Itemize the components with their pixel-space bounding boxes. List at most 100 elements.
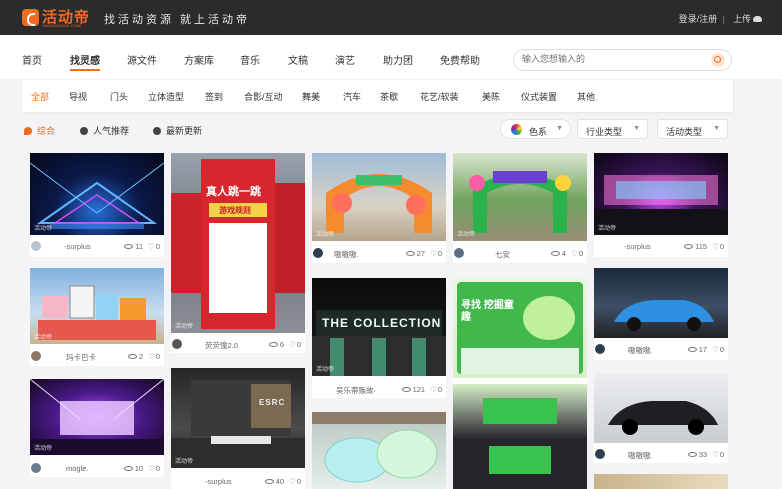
work-thumbnail[interactable]: 活动帝 xyxy=(453,153,587,241)
work-thumbnail[interactable] xyxy=(312,412,446,489)
work-thumbnail[interactable]: THE COLLECTION 活动帝 xyxy=(312,278,446,376)
author-name[interactable]: 吴乐蒂贩故· xyxy=(336,385,376,396)
category-entrance[interactable]: 门头 xyxy=(110,90,128,103)
site-logo[interactable]: 活动帝 HUODONGDI.COM xyxy=(22,6,96,30)
work-thumbnail[interactable]: ESRC 活动帝 xyxy=(171,368,305,468)
activity-filter[interactable]: 活动类型 ▼ xyxy=(657,119,728,139)
author-name[interactable]: 七安 xyxy=(495,249,510,260)
author-name[interactable]: mogle. xyxy=(66,464,89,473)
work-card[interactable] xyxy=(312,412,446,489)
heart-icon[interactable]: ♡ xyxy=(289,477,296,486)
nav-source-files[interactable]: 源文件 xyxy=(127,52,157,67)
avatar[interactable] xyxy=(313,384,323,394)
work-thumbnail[interactable]: 活动帝 xyxy=(30,379,164,455)
heart-icon[interactable]: ♡ xyxy=(712,242,719,251)
card-stats: 11 ♡0 xyxy=(124,242,160,251)
heart-icon[interactable]: ♡ xyxy=(712,345,719,354)
avatar[interactable] xyxy=(595,344,605,354)
category-photo-interaction[interactable]: 合影/互动 xyxy=(244,90,283,103)
category-other[interactable]: 其他 xyxy=(577,90,595,103)
category-display[interactable]: 美陈 xyxy=(482,90,500,103)
work-card[interactable]: ESRC 活动帝 -surplus 40 ♡0 xyxy=(171,368,305,489)
heart-icon[interactable]: ♡ xyxy=(148,352,155,361)
author-name[interactable]: -surplus xyxy=(205,477,232,486)
author-name[interactable]: 玛卡巴卡 xyxy=(66,352,96,363)
search-input[interactable] xyxy=(522,54,702,64)
work-thumbnail[interactable]: 活动帝 xyxy=(594,153,728,235)
color-wheel-icon xyxy=(511,124,522,135)
work-thumbnail[interactable]: 寻找 挖掘童趣 xyxy=(453,278,587,489)
nav-music[interactable]: 音乐 xyxy=(240,52,260,67)
category-all[interactable]: 全部 xyxy=(31,90,49,103)
nav-docs[interactable]: 文稿 xyxy=(288,52,308,67)
work-card[interactable]: 活动帝 嗷嗷嗷. 27 ♡0 xyxy=(312,153,446,263)
work-thumbnail[interactable]: 活动帝 xyxy=(312,153,446,241)
avatar[interactable] xyxy=(31,463,41,473)
sort-latest[interactable]: 最新更新 xyxy=(153,124,202,137)
avatar[interactable] xyxy=(313,248,323,258)
work-card[interactable]: 嗷嗷嗷. 33 ♡0 xyxy=(594,373,728,463)
work-card[interactable]: THE COLLECTION 活动帝 吴乐蒂贩故· 121 ♡0 xyxy=(312,278,446,398)
work-card[interactable] xyxy=(594,474,728,489)
work-card[interactable]: 活动帝 玛卡巴卡 2 ♡0 xyxy=(30,268,164,366)
work-card[interactable]: 真人跳一跳 游戏规则 活动帝 荧荧憧2.0 6 ♡0 xyxy=(171,153,305,353)
avatar[interactable] xyxy=(172,339,182,349)
avatar[interactable] xyxy=(172,476,182,486)
work-thumbnail[interactable]: 真人跳一跳 游戏规则 活动帝 xyxy=(171,153,305,333)
work-thumbnail[interactable]: 活动帝 xyxy=(30,268,164,344)
nav-free-help[interactable]: 免费帮助 xyxy=(440,52,480,67)
category-ceremony[interactable]: 仪式装置 xyxy=(521,90,557,103)
sort-comprehensive[interactable]: 综合 xyxy=(24,124,55,137)
industry-filter[interactable]: 行业类型 ▼ xyxy=(577,119,648,139)
work-card[interactable]: 活动帝 mogle. 10 ♡0 xyxy=(30,379,164,477)
heart-icon[interactable]: ♡ xyxy=(712,450,719,459)
heart-icon[interactable]: ♡ xyxy=(430,249,437,258)
avatar[interactable] xyxy=(31,351,41,361)
author-name[interactable]: -surplus xyxy=(624,242,651,251)
author-name[interactable]: 荧荧憧2.0 xyxy=(205,340,238,351)
work-thumbnail[interactable] xyxy=(594,373,728,443)
category-stage[interactable]: 舞美 xyxy=(302,90,320,103)
category-tea-break[interactable]: 茶歇 xyxy=(380,90,398,103)
login-register-link[interactable]: 登录/注册 xyxy=(679,14,718,24)
heart-icon[interactable]: ♡ xyxy=(148,242,155,251)
watermark: 活动帝 xyxy=(457,232,476,238)
author-name[interactable]: 嗷嗷嗷. xyxy=(628,450,653,461)
author-name[interactable]: 嗷嗷嗷. xyxy=(334,249,359,260)
poster-headline: 寻找 挖掘童趣 xyxy=(461,300,514,323)
category-car[interactable]: 汽车 xyxy=(343,90,361,103)
heart-icon[interactable]: ♡ xyxy=(289,340,296,349)
avatar[interactable] xyxy=(454,248,464,258)
work-card[interactable]: 活动帝 -surplus 115 ♡0 xyxy=(594,153,728,257)
work-card[interactable]: 嗷嗷嗷. 17 ♡0 xyxy=(594,268,728,360)
author-name[interactable]: 嗷嗷嗷. xyxy=(628,345,653,356)
author-name[interactable]: -surplus xyxy=(64,242,91,251)
work-thumbnail[interactable] xyxy=(594,474,728,489)
work-card[interactable]: 活动帝 -surplus 11 ♡0 xyxy=(30,153,164,257)
search-icon[interactable] xyxy=(711,53,725,67)
nav-performance[interactable]: 演艺 xyxy=(335,52,355,67)
work-card[interactable]: 寻找 挖掘童趣 xyxy=(453,278,587,489)
nav-inspiration[interactable]: 找灵感 xyxy=(70,52,100,67)
heart-icon[interactable]: ♡ xyxy=(430,385,437,394)
avatar[interactable] xyxy=(595,449,605,459)
category-signage[interactable]: 导视 xyxy=(69,90,87,103)
heart-icon[interactable]: ♡ xyxy=(148,464,155,473)
nav-proposals[interactable]: 方案库 xyxy=(184,52,214,67)
category-floral-decor[interactable]: 花艺/软装 xyxy=(420,90,459,103)
work-card[interactable]: 活动帝 七安 4 ♡0 xyxy=(453,153,587,263)
nav-home[interactable]: 首页 xyxy=(22,52,42,67)
upload-link[interactable]: 上传 xyxy=(733,12,762,25)
category-3d-shape[interactable]: 立体造型 xyxy=(148,90,184,103)
work-thumbnail[interactable] xyxy=(594,268,728,338)
color-filter[interactable]: 色系 ▼ xyxy=(500,119,571,139)
orange-arch-image xyxy=(326,174,432,233)
avatar[interactable] xyxy=(31,241,41,251)
sort-popular[interactable]: 人气推荐 xyxy=(80,124,129,137)
heart-icon[interactable]: ♡ xyxy=(571,249,578,258)
category-checkin[interactable]: 签到 xyxy=(205,90,223,103)
watermark: 活动帝 xyxy=(598,226,617,232)
work-thumbnail[interactable]: 活动帝 xyxy=(30,153,164,235)
avatar[interactable] xyxy=(595,241,605,251)
nav-support-team[interactable]: 助力团 xyxy=(383,52,413,67)
